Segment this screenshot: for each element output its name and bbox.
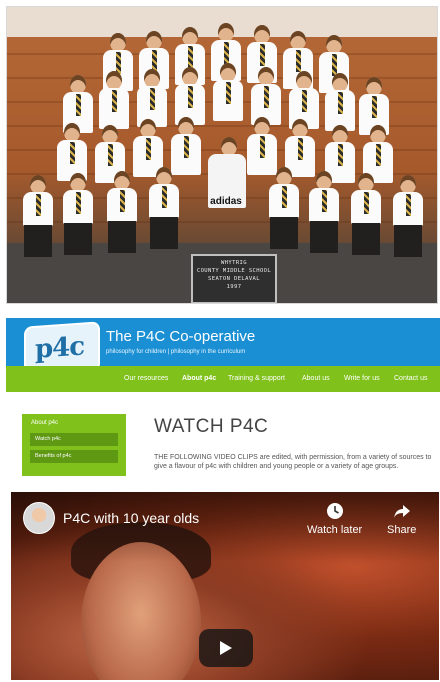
pupil	[213, 63, 243, 121]
site-header: p4c The P4C Co-operative philosophy for …	[6, 318, 440, 375]
watch-later-button[interactable]: Watch later	[307, 502, 362, 536]
pupil	[23, 175, 53, 257]
sidebar: About p4c Watch p4c Benefits of p4c	[22, 414, 126, 476]
nav-our-resources[interactable]: Our resources	[124, 375, 168, 382]
sign-line: COUNTY MIDDLE SCHOOL	[196, 268, 272, 274]
nav-contact-us[interactable]: Contact us	[394, 375, 427, 382]
share-button[interactable]: Share	[387, 502, 416, 536]
video-title[interactable]: P4C with 10 year olds	[63, 510, 199, 526]
clock-icon	[326, 503, 343, 519]
pupil	[309, 171, 339, 253]
sidebar-item-benefits[interactable]: Benefits of p4c	[30, 450, 118, 463]
intro-text: THE FOLLOWING VIDEO CLIPS are edited, wi…	[154, 454, 432, 470]
site-tagline: philosophy for children | philosophy in …	[106, 349, 246, 355]
nav-about-us[interactable]: About us	[302, 375, 330, 382]
class-photo: adidas WHYTRIG COUNTY MIDDLE SCHOOL SEAT…	[6, 6, 438, 304]
video-player[interactable]: P4C with 10 year olds Watch later Share	[11, 492, 439, 680]
pupil	[63, 173, 93, 255]
nav-about-p4c[interactable]: About p4c	[182, 375, 216, 382]
p4c-website: p4c The P4C Co-operative philosophy for …	[6, 318, 440, 488]
pupil	[107, 171, 137, 253]
share-label: Share	[387, 524, 417, 536]
sidebar-item-watch-p4c[interactable]: Watch p4c	[30, 433, 118, 446]
pupil	[99, 71, 129, 129]
page-title: WATCH P4C	[154, 416, 269, 437]
play-button[interactable]	[199, 629, 253, 667]
pupil	[325, 73, 355, 131]
pupil	[351, 173, 381, 255]
channel-avatar[interactable]	[23, 502, 55, 534]
logo-text: p4c	[35, 331, 85, 365]
video-top-shade	[11, 492, 439, 562]
site-title: The P4C Co-operative	[106, 328, 256, 345]
shirt-logo: adidas	[210, 196, 242, 207]
nav-write-for-us[interactable]: Write for us	[344, 375, 380, 382]
sidebar-title[interactable]: About p4c	[31, 420, 58, 426]
sign-line: SEATON DELAVAL	[208, 276, 260, 282]
pupil	[393, 175, 423, 257]
share-arrow-icon	[393, 505, 410, 518]
pupil	[149, 167, 179, 249]
main-nav: Our resources About p4c Training & suppo…	[6, 366, 440, 392]
sign-line: 1997	[226, 284, 242, 290]
watch-later-label: Watch later	[307, 524, 363, 536]
school-sign: WHYTRIG COUNTY MIDDLE SCHOOL SEATON DELA…	[191, 254, 277, 303]
sign-line: WHYTRIG	[221, 260, 247, 266]
nav-training-support[interactable]: Training & support	[228, 375, 285, 382]
pupil	[269, 167, 299, 249]
play-icon	[220, 641, 232, 655]
